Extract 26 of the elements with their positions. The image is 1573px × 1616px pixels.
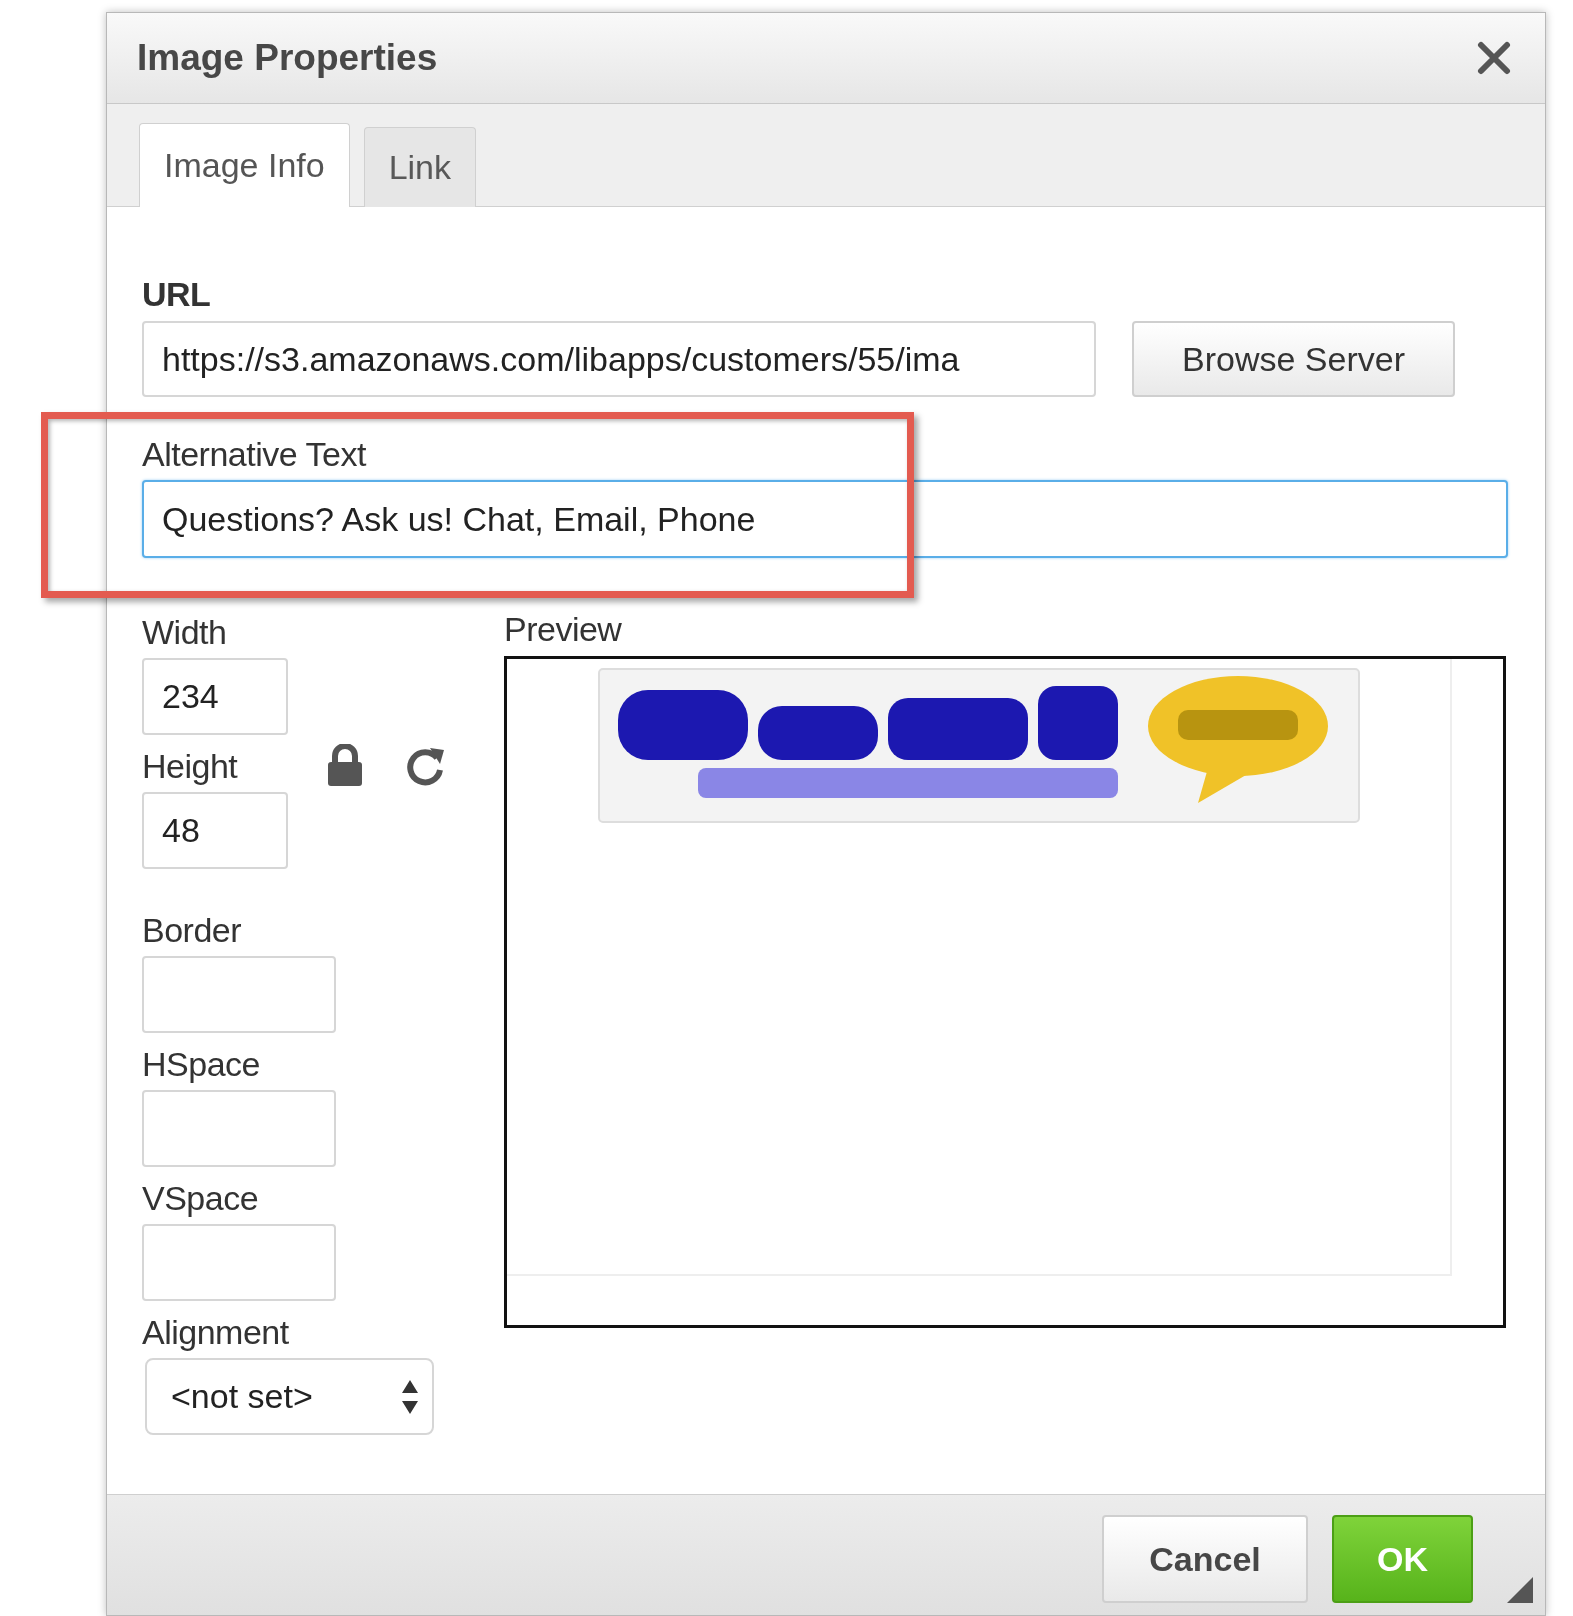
field-label: Width: [142, 612, 228, 653]
select-arrows-icon: [402, 1379, 418, 1414]
field-label: Alternative Text: [142, 434, 368, 475]
field-label: Height: [142, 746, 239, 787]
field-label: HSpace: [142, 1044, 261, 1085]
tab[interactable]: Link: [363, 127, 477, 207]
dialog-title: Image Properties: [137, 37, 438, 79]
lock-icon[interactable]: [326, 744, 364, 786]
field-label: VSpace: [142, 1178, 260, 1219]
field-label: Preview: [504, 609, 623, 650]
number-field[interactable]: [142, 1224, 336, 1301]
field-label: Border: [142, 910, 243, 951]
alignment-select[interactable]: <not set>: [145, 1358, 434, 1435]
field-label: Alignment: [142, 1312, 290, 1353]
alternative-text-field[interactable]: Questions? Ask us! Chat, Email, Phone: [142, 480, 1508, 558]
resize-grip-icon[interactable]: [1507, 1577, 1533, 1603]
browse-server-button[interactable]: Browse Server: [1132, 321, 1455, 397]
number-field[interactable]: 234: [142, 658, 288, 735]
url-field[interactable]: https://s3.amazonaws.com/libapps/customers/55/ima: [142, 321, 1096, 397]
number-field[interactable]: [142, 956, 336, 1033]
tab[interactable]: Image Info: [139, 123, 350, 207]
cancel-button[interactable]: Cancel: [1102, 1515, 1308, 1603]
number-field[interactable]: [142, 1090, 336, 1167]
number-field[interactable]: 48: [142, 792, 288, 869]
field-label: URL: [142, 274, 212, 315]
close-icon[interactable]: [1477, 41, 1511, 75]
